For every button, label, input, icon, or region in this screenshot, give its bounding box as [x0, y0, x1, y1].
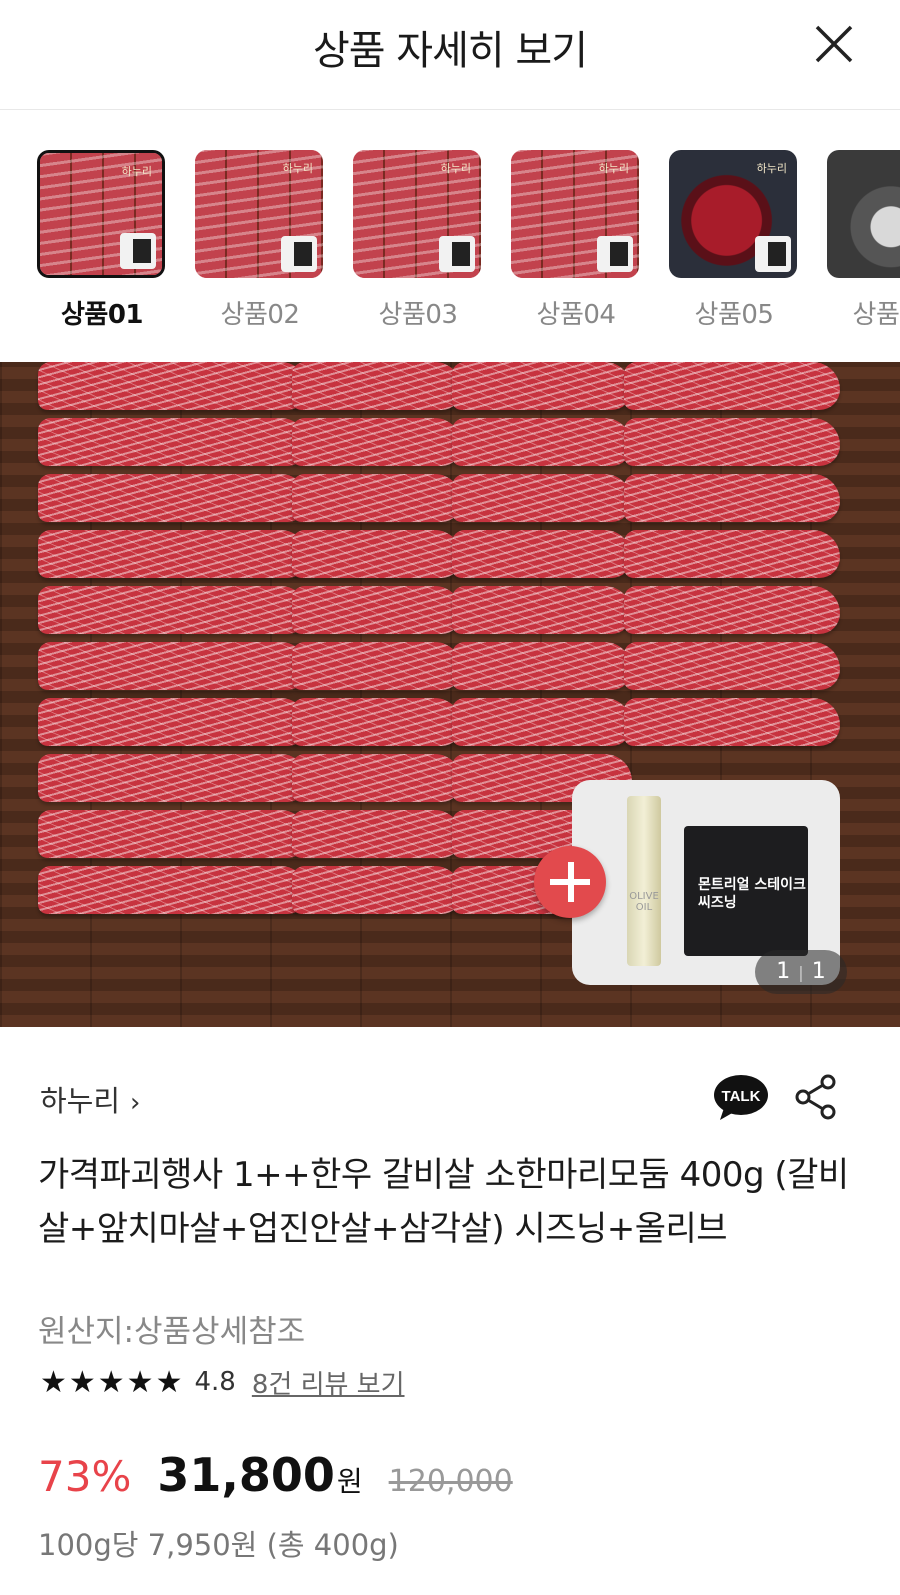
thumbnail-label: 상품03 [378, 300, 458, 330]
brand-logo: 하누리 [598, 162, 629, 175]
thumbnail-item-04[interactable]: 하누리 상품04 [511, 150, 641, 331]
thumbnail-item-01[interactable]: 하누리 상품01 [37, 150, 167, 331]
star-rating-icon: ★★★★★ [40, 1364, 185, 1400]
seasoning-pack-icon [597, 236, 633, 272]
image-pager: 1 | 1 [755, 950, 847, 994]
pager-total: 1 [811, 959, 826, 984]
thumbnail-strip[interactable]: 하누리 상품01 하누리 상품02 하누리 상품03 하누리 상품04 하누리 [0, 110, 900, 360]
olive-oil-label: OLIVE OIL [629, 891, 659, 913]
price-row: 73% 31,800 원 120,000 [38, 1448, 513, 1508]
page-title: 상품 자세히 보기 [312, 28, 588, 74]
seasoning-pack-label: 몬트리얼 스테이크 씨즈닝 [698, 877, 806, 911]
original-price: 120,000 [388, 1464, 513, 1499]
thumbnail-label: 상품01 [60, 300, 144, 330]
thumbnail-item-06[interactable]: 상품06 [827, 150, 900, 331]
meat-column [38, 362, 308, 952]
thumbnail-label: 상품05 [694, 300, 774, 330]
thumbnail-image: 하누리 [511, 150, 639, 278]
review-link[interactable]: 8건 리뷰 보기 [252, 1364, 405, 1401]
talk-chat-icon: TALK [714, 1075, 768, 1120]
discount-rate: 73% [38, 1452, 132, 1501]
share-icon [795, 1074, 836, 1120]
thumbnail-item-05[interactable]: 하누리 상품05 [669, 150, 799, 331]
pager-current: 1 [776, 959, 791, 984]
olive-oil-pack: OLIVE OIL [627, 796, 661, 966]
rating-row: ★★★★★ 4.8 8건 리뷰 보기 [40, 1362, 405, 1402]
thumbnail-item-02[interactable]: 하누리 상품02 [195, 150, 325, 331]
thumbnail-label: 상품02 [220, 300, 300, 330]
seasoning-pack-icon [439, 236, 475, 272]
sale-price: 31,800 [157, 1448, 335, 1502]
currency-label: 원 [336, 1465, 363, 1498]
product-origin: 원산지:상품상세참조 [38, 1314, 306, 1350]
talk-button[interactable]: TALK [712, 1074, 770, 1122]
seasoning-pack: 몬트리얼 스테이크 씨즈닝 [684, 826, 808, 956]
brand-logo: 하누리 [440, 162, 471, 175]
thumbnail-image: 하누리 [37, 150, 165, 278]
brand-logo: 하누리 [121, 165, 152, 178]
close-icon [815, 25, 853, 63]
meat-column [624, 362, 840, 782]
chevron-right-icon: › [130, 1088, 141, 1118]
seasoning-pack-icon [120, 233, 156, 269]
seasoning-pack-icon [755, 236, 791, 272]
main-product-image[interactable]: OLIVE OIL 몬트리얼 스테이크 씨즈닝 1 | 1 [0, 362, 900, 1027]
thumbnail-label: 상품04 [536, 300, 616, 330]
brand-logo: 하누리 [756, 162, 787, 175]
brand-logo: 하누리 [282, 162, 313, 175]
close-button[interactable] [812, 22, 856, 66]
thumbnail-image: 하누리 [669, 150, 797, 278]
share-button[interactable] [794, 1074, 838, 1120]
thumbnail-item-03[interactable]: 하누리 상품03 [353, 150, 483, 331]
unit-price: 100g당 7,950원 (총 400g) [38, 1528, 399, 1562]
seller-name: 하누리 [40, 1084, 121, 1118]
meat-column [292, 362, 462, 952]
product-title: 가격파괴행사 1++한우 갈비살 소한마리모둠 400g (갈비살+앞치마살+업… [38, 1155, 849, 1249]
thumbnail-image [827, 150, 900, 278]
seller-link[interactable]: 하누리 › [40, 1078, 140, 1120]
thumbnail-image: 하누리 [353, 150, 481, 278]
rating-score: 4.8 [194, 1367, 236, 1397]
plus-icon [534, 846, 606, 918]
seasoning-pack-icon [281, 236, 317, 272]
header-bar: 상품 자세히 보기 [0, 0, 900, 110]
svg-text:TALK: TALK [722, 1088, 761, 1105]
thumbnail-image: 하누리 [195, 150, 323, 278]
thumbnail-label: 상품06 [852, 300, 900, 330]
